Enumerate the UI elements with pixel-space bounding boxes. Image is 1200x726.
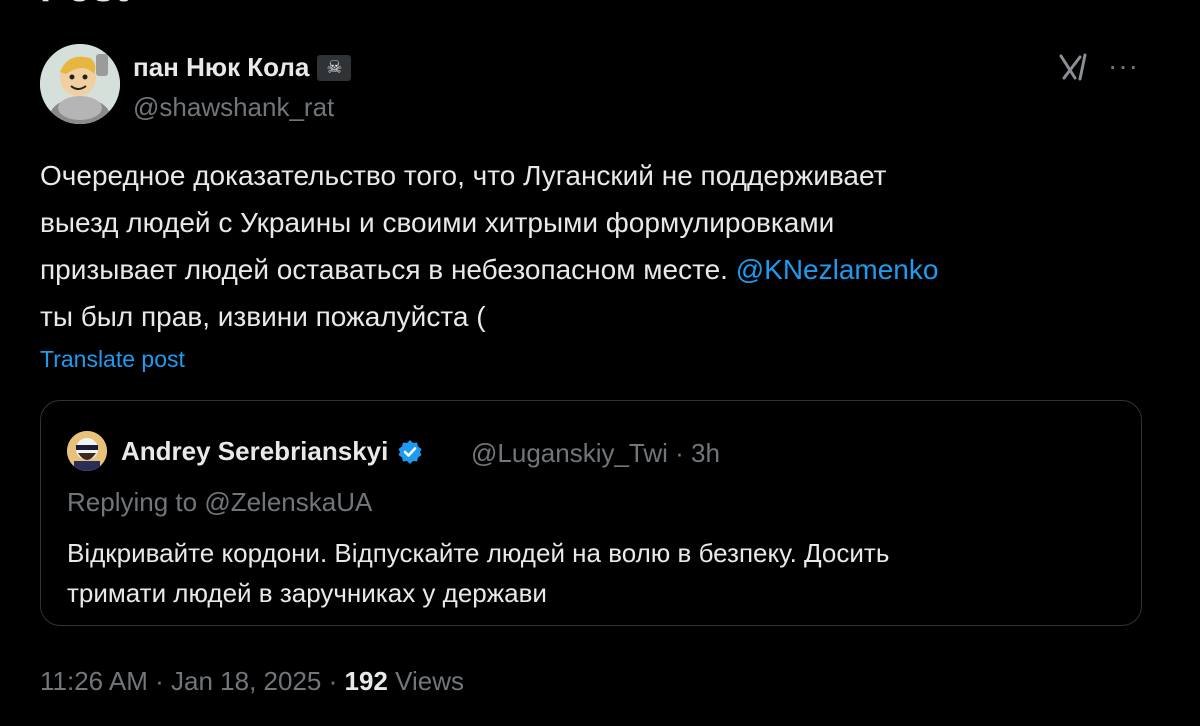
quoted-time: · 3h [675,438,720,468]
replying-to: Replying to @ZelenskaUA [67,487,373,517]
author-name[interactable]: пан Нюк Кола ☠ [133,52,352,83]
post-text: Очередное доказательство того, что Луган… [40,152,1150,340]
post-line: ты был прав, извини пожалуйста ( [40,301,486,332]
author-avatar[interactable] [40,44,120,124]
quoted-handle[interactable]: @Luganskiy_Twi [471,438,668,468]
replying-to-handle: @ZelenskaUA [204,487,373,517]
views-count: 192 [344,666,388,696]
pirate-flag-icon: ☠ [317,54,352,81]
quoted-display-name: Andrey Serebrianskyi [121,436,389,466]
views-label: Views [387,666,464,696]
quoted-post[interactable]: Andrey Serebrianskyi @Luganskiy_Twi · 3h… [40,400,1142,626]
quoted-text: Відкривайте кордони. Відпускайте людей н… [67,533,1117,613]
quoted-author-name[interactable]: Andrey Serebrianskyi [121,436,424,467]
post-line: Очередное доказательство того, что Луган… [40,160,887,191]
more-options-icon[interactable]: ··· [1108,50,1139,82]
quoted-author-avatar[interactable] [67,431,107,471]
mention-link[interactable]: @KNezlamenko [736,254,939,285]
grok-icon[interactable] [1058,52,1088,82]
post-footer: 11:26 AM · Jan 18, 2025 · 192 Views [40,666,464,697]
author-handle[interactable]: @shawshank_rat [133,92,334,123]
quoted-line: Відкривайте кордони. Відпускайте людей н… [67,538,890,568]
page-title: Post [40,0,129,11]
translate-post-link[interactable]: Translate post [40,346,185,373]
quoted-meta: @Luganskiy_Twi · 3h [471,438,720,469]
post-line: выезд людей с Украины и своими хитрыми ф… [40,207,835,238]
post-line: призывает людей оставаться в небезопасно… [40,254,939,285]
author-display-name: пан Нюк Кола [133,52,310,82]
post-timestamp[interactable]: 11:26 AM · Jan 18, 2025 · [40,666,344,696]
verified-badge-icon [396,438,424,466]
quoted-line: тримати людей в заручниках у держави [67,578,547,608]
